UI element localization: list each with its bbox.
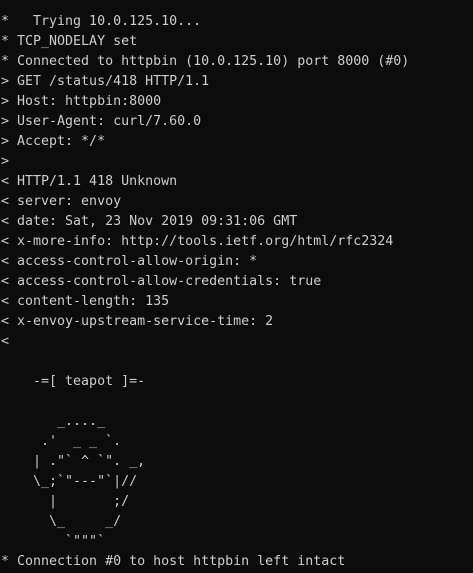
teapot-art-line: \_ _/ [1, 514, 122, 529]
terminal-line: < server: envoy [1, 194, 122, 209]
terminal-window[interactable]: * Trying 10.0.125.10... * TCP_NODELAY se… [0, 0, 473, 573]
teapot-art-line: \_;`"---"`|// [1, 474, 138, 489]
terminal-line: < content-length: 135 [1, 294, 170, 309]
teapot-art-line: _...._ [1, 414, 106, 429]
teapot-art-line: .' _ _ `. [1, 434, 122, 449]
terminal-line: > GET /status/418 HTTP/1.1 [1, 74, 210, 89]
terminal-line: * TCP_NODELAY set [1, 34, 138, 49]
terminal-line: < access-control-allow-origin: * [1, 254, 258, 269]
terminal-line: * Trying 10.0.125.10... [1, 14, 202, 29]
teapot-banner: -=[ teapot ]=- [1, 374, 146, 389]
terminal-line: > [1, 154, 10, 169]
terminal-line: < date: Sat, 23 Nov 2019 09:31:06 GMT [1, 214, 298, 229]
terminal-line: < x-envoy-upstream-service-time: 2 [1, 314, 274, 329]
terminal-line: < x-more-info: http://tools.ietf.org/htm… [1, 234, 394, 249]
terminal-line: < access-control-allow-credentials: true [1, 274, 322, 289]
teapot-art-line: `"""` [1, 534, 106, 549]
teapot-art-line: | ;/ [1, 494, 130, 509]
teapot-art-line: | ."` ^ `". _, [1, 454, 146, 469]
terminal-line: < HTTP/1.1 418 Unknown [1, 174, 178, 189]
terminal-line: * Connected to httpbin (10.0.125.10) por… [1, 54, 410, 69]
terminal-line: > Accept: */* [1, 134, 106, 149]
terminal-line: > Host: httpbin:8000 [1, 94, 162, 109]
terminal-line: < [1, 334, 10, 349]
terminal-line: * Connection #0 to host httpbin left int… [1, 554, 346, 569]
terminal-line: > User-Agent: curl/7.60.0 [1, 114, 202, 129]
